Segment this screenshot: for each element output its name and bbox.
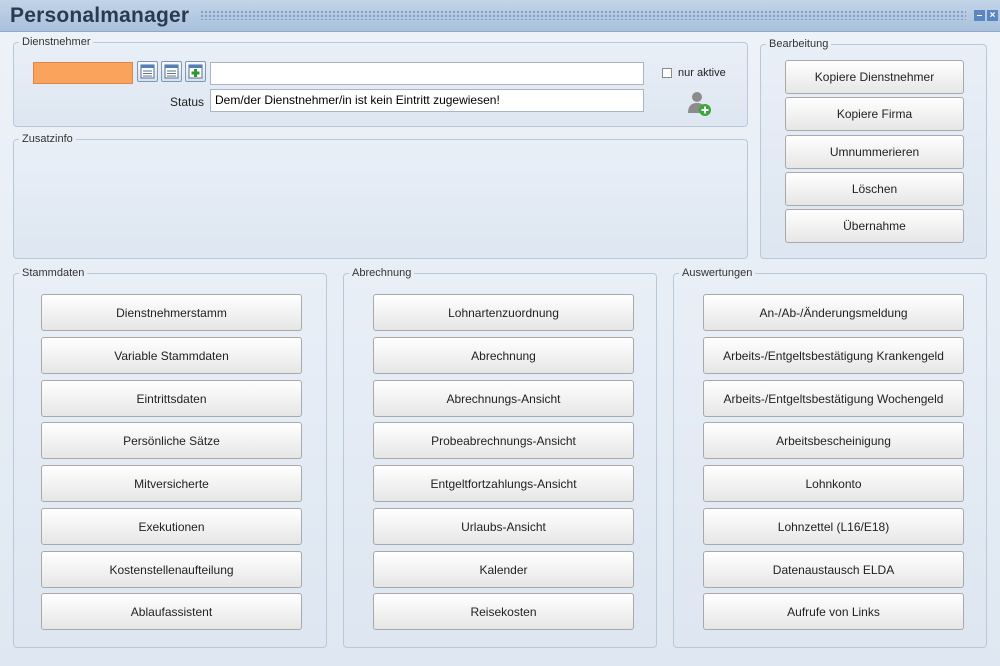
new-employee-button[interactable] (185, 61, 206, 82)
abrechnung-button[interactable]: Urlaubs-Ansicht (373, 508, 634, 545)
title-bar: Personalmanager – × (0, 0, 1000, 32)
add-user-button[interactable] (684, 88, 714, 118)
auswertungen-button[interactable]: Arbeits-/Entgeltsbestätigung Krankengeld (703, 337, 964, 374)
employee-name-input[interactable] (210, 62, 644, 85)
list-button-1[interactable] (137, 61, 158, 82)
only-active-checkbox[interactable] (662, 68, 672, 78)
minimize-icon[interactable]: – (974, 10, 985, 21)
abrechnung-button[interactable]: Abrechnungs-Ansicht (373, 380, 634, 417)
only-active-label: nur aktive (678, 67, 726, 79)
stammdaten-button[interactable]: Exekutionen (41, 508, 302, 545)
add-user-icon (688, 92, 711, 116)
auswertungen-button[interactable]: Aufrufe von Links (703, 593, 964, 630)
abrechnung-button[interactable]: Entgeltfortzahlungs-Ansicht (373, 465, 634, 502)
window-title: Personalmanager (10, 4, 190, 27)
calendar-add-icon (188, 64, 203, 79)
status-field: Dem/der Dienstnehmer/in ist kein Eintrit… (210, 89, 644, 112)
abrechnung-button[interactable]: Probeabrechnungs-Ansicht (373, 422, 634, 459)
stammdaten-button[interactable]: Eintrittsdaten (41, 380, 302, 417)
zusatzinfo-group: Zusatzinfo (13, 133, 748, 259)
bearbeitung-legend: Bearbeitung (769, 38, 829, 50)
stammdaten-button[interactable]: Dienstnehmerstamm (41, 294, 302, 331)
abrechnung-button[interactable]: Abrechnung (373, 337, 634, 374)
dienstnehmer-legend: Dienstnehmer (22, 36, 91, 48)
stammdaten-button[interactable]: Kostenstellenaufteilung (41, 551, 302, 588)
employee-number-input[interactable] (33, 62, 133, 84)
auswertungen-button[interactable]: Arbeits-/Entgeltsbestätigung Wochengeld (703, 380, 964, 417)
auswertungen-button[interactable]: Lohnzettel (L16/E18) (703, 508, 964, 545)
auswertungen-button[interactable]: An-/Ab-/Änderungsmeldung (703, 294, 964, 331)
calendar-list-icon (164, 64, 179, 79)
auswertungen-legend: Auswertungen (682, 267, 753, 279)
zusatzinfo-legend: Zusatzinfo (22, 133, 73, 145)
status-label: Status (170, 95, 205, 109)
stammdaten-button[interactable]: Mitversicherte (41, 465, 302, 502)
auswertungen-button[interactable]: Arbeitsbescheinigung (703, 422, 964, 459)
abrechnung-button[interactable]: Kalender (373, 551, 634, 588)
stammdaten-button[interactable]: Variable Stammdaten (41, 337, 302, 374)
title-bar-pattern (200, 10, 966, 20)
abrechnung-legend: Abrechnung (352, 267, 412, 279)
auswertungen-button[interactable]: Lohnkonto (703, 465, 964, 502)
list-button-2[interactable] (161, 61, 182, 82)
stammdaten-legend: Stammdaten (22, 267, 85, 279)
stammdaten-button[interactable]: Persönliche Sätze (41, 422, 302, 459)
takeover-button[interactable]: Übernahme (785, 209, 964, 243)
copy-company-button[interactable]: Kopiere Firma (785, 97, 964, 131)
renumber-button[interactable]: Umnummerieren (785, 135, 964, 169)
stammdaten-button[interactable]: Ablaufassistent (41, 593, 302, 630)
auswertungen-button[interactable]: Datenaustausch ELDA (703, 551, 964, 588)
abrechnung-button[interactable]: Reisekosten (373, 593, 634, 630)
copy-employee-button[interactable]: Kopiere Dienstnehmer (785, 60, 964, 94)
close-icon[interactable]: × (987, 10, 998, 21)
delete-button[interactable]: Löschen (785, 172, 964, 206)
abrechnung-button[interactable]: Lohnartenzuordnung (373, 294, 634, 331)
calendar-list-icon (140, 64, 155, 79)
